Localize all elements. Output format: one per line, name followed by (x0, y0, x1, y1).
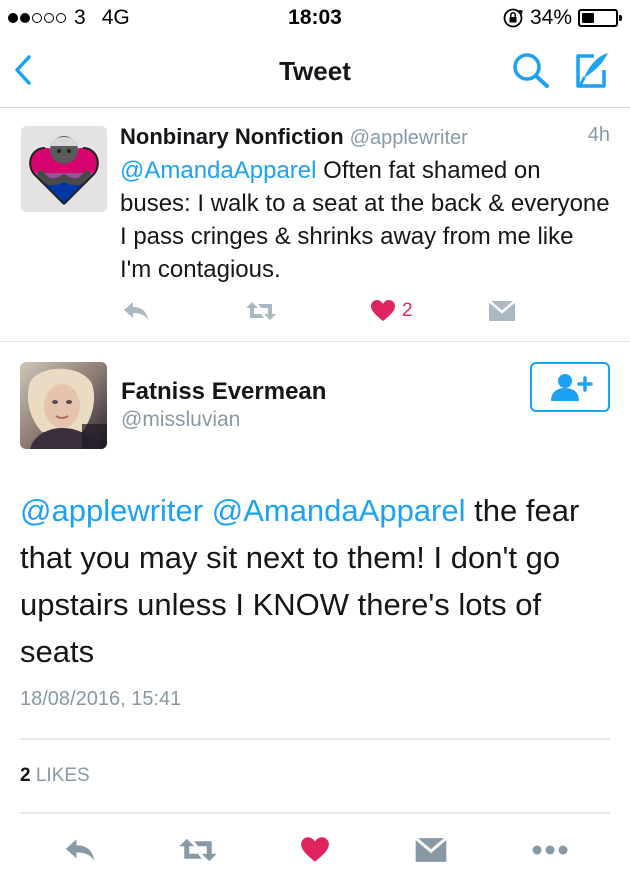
like-button[interactable]: 2 (370, 296, 413, 326)
retweet-button[interactable] (245, 296, 277, 326)
likes-summary[interactable]: 2 LIKES (20, 765, 90, 787)
divider (20, 738, 610, 740)
reply-tweet-header: Nonbinary Nonfiction @applewriter 4h (120, 124, 610, 150)
reply-tweet[interactable]: Nonbinary Nonfiction @applewriter 4h @Ama… (0, 108, 630, 342)
dm-button[interactable] (412, 830, 450, 870)
author-handle[interactable]: @missluvian (121, 408, 240, 432)
follow-button[interactable] (530, 362, 610, 412)
retweet-button[interactable] (176, 830, 220, 870)
tweet-timestamp: 18/08/2016, 15:41 (20, 688, 182, 710)
main-tweet: Fatniss Evermean @missluvian @applewrite… (0, 342, 630, 887)
reply-tweet-actions: 2 (0, 296, 630, 326)
likes-count: 2 (20, 765, 31, 786)
author-name[interactable]: Fatniss Evermean (121, 378, 326, 406)
reply-icon (124, 302, 148, 320)
avatar[interactable] (20, 362, 107, 449)
more-dots-icon (532, 845, 568, 855)
search-icon[interactable] (510, 50, 552, 90)
battery-percent: 34% (529, 6, 572, 29)
heart-icon (301, 837, 329, 862)
author-name[interactable]: Nonbinary Nonfiction (120, 124, 344, 149)
more-button[interactable] (528, 830, 572, 870)
nav-bar: Tweet (0, 34, 630, 108)
like-button[interactable] (298, 830, 332, 870)
battery-icon (578, 9, 622, 27)
avatar[interactable] (21, 126, 107, 212)
tweet-time: 4h (587, 124, 610, 146)
avatar-image (21, 126, 107, 212)
reply-button[interactable] (122, 296, 150, 326)
add-user-icon (551, 374, 593, 401)
rotation-lock-icon (503, 8, 523, 28)
dm-button[interactable] (488, 296, 516, 326)
compose-icon[interactable] (570, 48, 614, 92)
avatar-image (20, 362, 107, 449)
envelope-icon (414, 837, 448, 862)
tweet-text: @AmandaApparel Often fat shamed on buses… (120, 154, 610, 286)
envelope-icon (488, 300, 516, 321)
reply-button[interactable] (60, 830, 100, 870)
mention-link[interactable]: @AmandaApparel (212, 493, 466, 528)
mention-link[interactable]: @applewriter (20, 493, 203, 528)
author-handle[interactable]: @applewriter (350, 127, 468, 149)
mention-link[interactable]: @AmandaApparel (120, 157, 316, 184)
retweet-icon (179, 838, 217, 862)
heart-icon (371, 300, 395, 321)
main-tweet-actions (0, 830, 630, 870)
status-right: 34% (502, 6, 622, 30)
likes-label: LIKES (35, 765, 90, 786)
like-count: 2 (402, 300, 413, 321)
status-bar: 3 4G 18:03 34% (0, 0, 630, 34)
reply-icon (65, 839, 95, 861)
tweet-text: @applewriter @AmandaApparel the fear tha… (20, 487, 620, 675)
retweet-icon (246, 302, 276, 320)
divider (20, 812, 610, 814)
